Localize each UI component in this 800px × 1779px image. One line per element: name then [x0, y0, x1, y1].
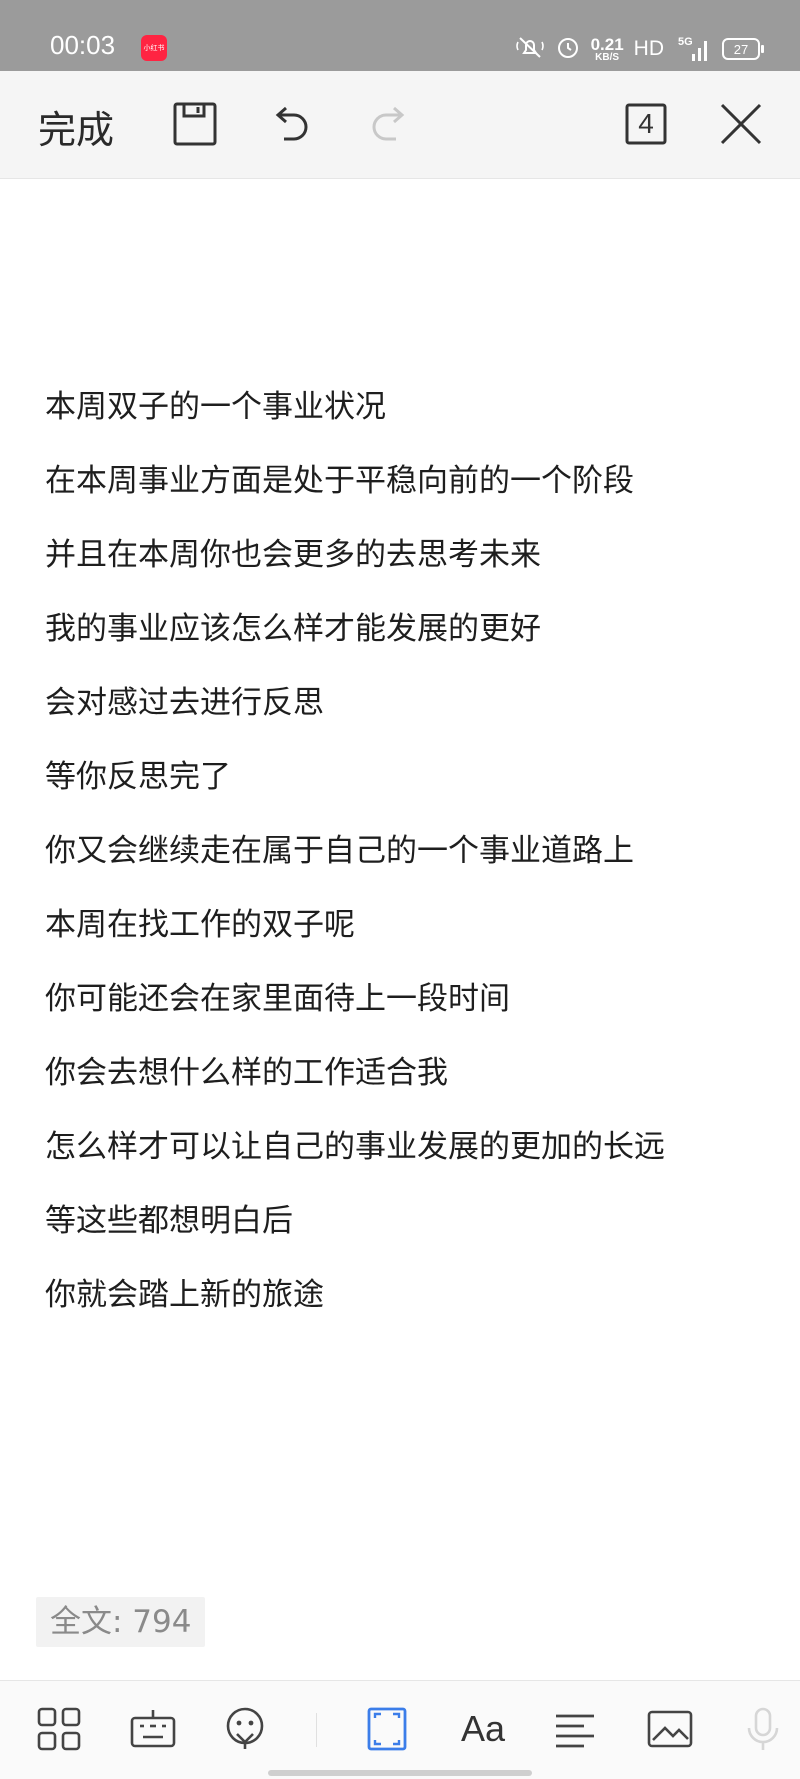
font-icon: Aa — [460, 1708, 506, 1749]
word-count-badge: 全文: 794 — [36, 1597, 206, 1647]
save-icon[interactable] — [170, 99, 220, 149]
document-line: 本周在找工作的双子呢 — [45, 907, 355, 943]
apps-grid-icon[interactable] — [34, 1704, 84, 1754]
font-format-button[interactable]: Aa — [455, 1704, 505, 1754]
alarm-icon — [555, 34, 581, 65]
document-line: 你又会继续走在属于自己的一个事业道路上 — [45, 833, 634, 869]
document-line: 怎么样才可以让自己的事业发展的更加的长远 — [45, 1129, 665, 1165]
undo-icon[interactable] — [266, 99, 316, 149]
net-speed-unit: KB/S — [595, 51, 620, 63]
document-line: 你会去想什么样的工作适合我 — [45, 1055, 448, 1091]
document-body[interactable]: 本周双子的一个事业状况 在本周事业方面是处于平稳向前的一个阶段 并且在本周你也会… — [45, 370, 765, 1332]
status-indicators: 0.21 KB/S HD 5G 27 — [515, 32, 764, 66]
emoji-icon[interactable] — [220, 1704, 270, 1754]
page-count: 4 — [638, 108, 654, 139]
battery-icon: 27 — [722, 38, 764, 60]
net-speed-value: 0.21 — [590, 34, 624, 54]
close-icon[interactable] — [716, 99, 766, 149]
mute-icon — [515, 34, 545, 65]
document-line: 我的事业应该怎么样才能发展的更好 — [45, 611, 541, 647]
status-time: 00:03 — [50, 30, 116, 60]
microphone-icon[interactable] — [738, 1704, 788, 1754]
keyboard-icon[interactable] — [128, 1704, 178, 1754]
bottom-toolbar: Aa — [0, 1680, 800, 1779]
document-line: 本周双子的一个事业状况 — [45, 389, 386, 425]
page-count-button[interactable]: 4 — [621, 99, 671, 149]
home-indicator[interactable] — [268, 1770, 532, 1776]
toolbar-divider — [316, 1713, 317, 1747]
network-speed: 0.21 KB/S — [591, 36, 624, 63]
app-notification-icon: 小红书 — [141, 35, 167, 61]
status-bar: 00:03 小红书 0.21 KB/S HD 5G 27 — [0, 0, 800, 71]
document-line: 并且在本周你也会更多的去思考未来 — [45, 537, 541, 573]
document-line: 会对感过去进行反思 — [45, 685, 324, 721]
redo-icon[interactable] — [364, 99, 414, 149]
document-line: 你就会踏上新的旅途 — [45, 1277, 324, 1313]
align-left-icon[interactable] — [550, 1704, 600, 1754]
hd-indicator: HD — [633, 37, 664, 60]
document-line: 在本周事业方面是处于平稳向前的一个阶段 — [45, 463, 634, 499]
fullscreen-icon[interactable] — [362, 1704, 412, 1754]
document-line: 等这些都想明白后 — [45, 1203, 293, 1239]
editor-toolbar: 完成 4 — [0, 71, 800, 179]
document-line: 等你反思完了 — [45, 759, 231, 795]
done-button[interactable]: 完成 — [38, 99, 114, 154]
signal-icon: 5G — [674, 34, 712, 64]
document-line: 你可能还会在家里面待上一段时间 — [45, 981, 510, 1017]
insert-image-icon[interactable] — [645, 1704, 695, 1754]
